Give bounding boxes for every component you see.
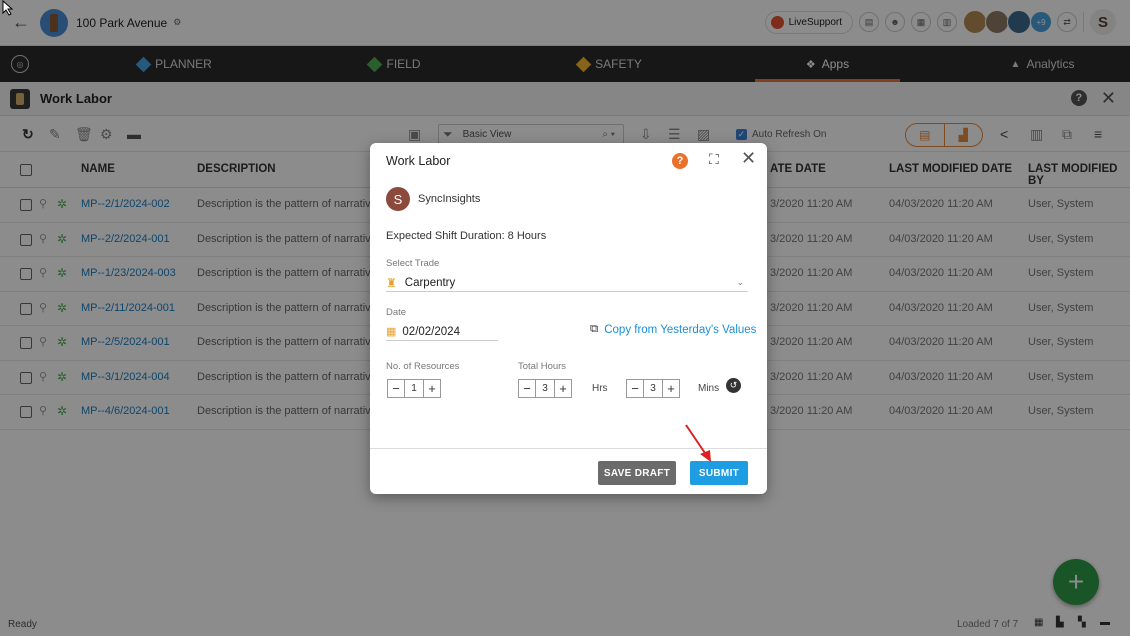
help-icon[interactable]: ? xyxy=(672,153,688,169)
save-draft-button[interactable]: SAVE DRAFT xyxy=(598,461,676,485)
calendar-icon: ▦ xyxy=(386,326,397,338)
resources-stepper: − 1 + xyxy=(387,379,441,398)
close-icon[interactable]: ✕ xyxy=(741,148,756,169)
reset-icon[interactable]: ↺ xyxy=(726,378,741,393)
minutes-stepper: − 3 + xyxy=(626,379,680,398)
date-field[interactable]: ▦ 02/02/2024 xyxy=(386,323,498,341)
increment-button[interactable]: + xyxy=(555,380,571,397)
copy-label: Copy from Yesterday's Values xyxy=(604,323,757,336)
hours-unit: Hrs xyxy=(592,383,608,394)
minutes-value[interactable]: 3 xyxy=(643,380,663,397)
trade-value: Carpentry xyxy=(404,276,456,289)
total-hours-label: Total Hours xyxy=(518,361,567,372)
minutes-unit: Mins xyxy=(698,383,720,394)
expected-shift-duration: Expected Shift Duration: 8 Hours xyxy=(386,230,547,242)
decrement-button[interactable]: − xyxy=(627,380,643,397)
date-value: 02/02/2024 xyxy=(402,325,460,338)
decrement-button[interactable]: − xyxy=(388,380,404,397)
decrement-button[interactable]: − xyxy=(519,380,535,397)
dialog-title: Work Labor xyxy=(386,154,451,168)
chevron-down-icon: ⌄ xyxy=(736,277,744,287)
increment-button[interactable]: + xyxy=(663,380,679,397)
annotation-arrow-icon xyxy=(685,424,711,462)
worker-icon: ♜ xyxy=(386,275,397,290)
org-name: SyncInsights xyxy=(418,193,481,205)
expand-icon[interactable]: ⛶ xyxy=(709,151,719,168)
trade-select[interactable]: ♜ Carpentry ⌄ xyxy=(386,274,748,292)
copy-icon: ⧉ xyxy=(590,323,599,335)
resources-value[interactable]: 1 xyxy=(404,380,424,397)
date-label: Date xyxy=(386,307,407,318)
hours-stepper: − 3 + xyxy=(518,379,572,398)
mouse-cursor-icon xyxy=(2,0,14,16)
resources-label: No. of Resources xyxy=(386,361,460,372)
copy-yesterday-link[interactable]: ⧉ Copy from Yesterday's Values xyxy=(590,323,756,336)
org-avatar: S xyxy=(386,187,410,211)
increment-button[interactable]: + xyxy=(424,380,440,397)
hours-value[interactable]: 3 xyxy=(535,380,555,397)
trade-label: Select Trade xyxy=(386,258,440,269)
